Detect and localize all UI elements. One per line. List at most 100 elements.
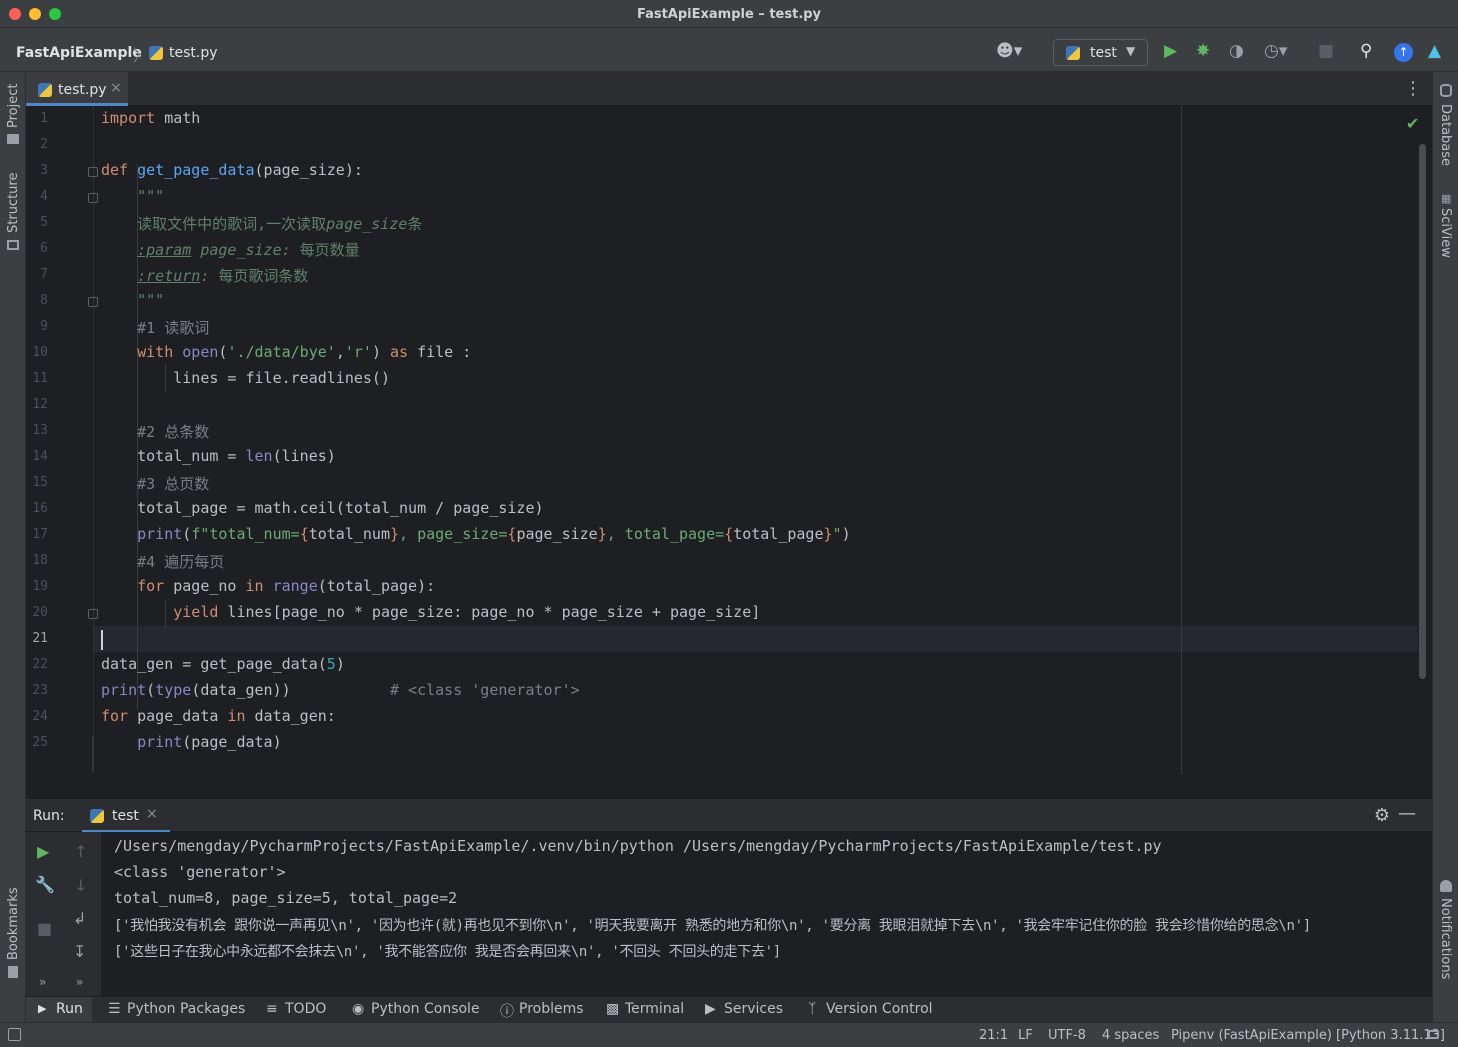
rerun-icon[interactable]: ▶	[37, 843, 49, 861]
line-number: 23	[32, 683, 48, 698]
gear-icon[interactable]: ⚙	[1374, 805, 1390, 826]
run-console[interactable]: ▶ ↑ 🔧 ↓ ↲ ■ ↧ » » /Users/mengday/Pycharm…	[26, 832, 1432, 996]
line-number: 2	[40, 137, 48, 152]
bookmarks-tool-button[interactable]: Bookmarks	[6, 887, 21, 960]
check-icon[interactable]: ✔	[1406, 114, 1419, 133]
fold-marker[interactable]	[88, 193, 98, 203]
editor-tab-test-py[interactable]: test.py ×	[26, 72, 128, 106]
stop-icon[interactable]: ■	[37, 920, 52, 938]
run-configuration-selector[interactable]: test ▼	[1053, 39, 1148, 66]
status-indent[interactable]: 4 spaces	[1102, 1028, 1159, 1043]
user-icon[interactable]: ☻▾	[996, 42, 1022, 60]
bottom-tab-python-packages[interactable]: Python Packages	[127, 1001, 245, 1017]
breadcrumb-project[interactable]: FastApiExample	[16, 45, 142, 61]
code-token: f"total_num=	[191, 525, 300, 543]
code-token: get_page_data	[137, 161, 255, 179]
branch-icon: ᛉ	[808, 1001, 817, 1017]
structure-tool-button[interactable]: Structure	[6, 173, 21, 233]
profile-icon[interactable]: ◷▾	[1264, 42, 1287, 60]
scroll-to-end-icon[interactable]: ↧	[73, 943, 86, 961]
code-token: print	[137, 733, 183, 751]
soft-wrap-icon[interactable]: ↲	[73, 910, 86, 928]
scroll-down-icon[interactable]: ↓	[74, 877, 87, 895]
line-number: 5	[40, 215, 48, 230]
more-chevron-icon[interactable]: »	[39, 973, 46, 991]
sciview-icon: ▦	[1441, 192, 1452, 205]
bottom-tab-problems[interactable]: Problems	[519, 1001, 584, 1017]
code-token: )	[371, 343, 390, 361]
code-token: ,	[335, 343, 345, 361]
run-panel-header: Run: test × ⚙ —	[26, 798, 1432, 833]
bottom-tab-version-control[interactable]: Version Control	[826, 1001, 933, 1017]
project-tool-button[interactable]: Project	[6, 84, 21, 128]
bottom-tab-run[interactable]: ▶ Run	[26, 997, 92, 1023]
debug-icon[interactable]: ✸	[1196, 42, 1210, 60]
code-token: with	[137, 343, 174, 361]
close-icon[interactable]: ×	[110, 80, 122, 96]
console-toolbar: ▶ ↑ 🔧 ↓ ↲ ■ ↧ » »	[26, 832, 102, 996]
code-token: , page_size=	[399, 525, 508, 543]
lock-icon[interactable]	[1428, 1030, 1439, 1039]
close-icon[interactable]: ×	[146, 806, 158, 822]
status-bar: 21:1 LF UTF-8 4 spaces Pipenv (FastApiEx…	[0, 1022, 1458, 1047]
coverage-icon[interactable]: ◑	[1229, 42, 1244, 60]
minimize-icon[interactable]: —	[1398, 803, 1416, 824]
code-token: in	[245, 577, 264, 595]
code-line: lines = file.readlines()	[101, 369, 390, 387]
status-interpreter[interactable]: Pipenv (FastApiExample) [Python 3.11.13]	[1171, 1028, 1445, 1043]
run-icon[interactable]: ▶	[1164, 42, 1177, 60]
bottom-tab-python-console[interactable]: Python Console	[371, 1001, 480, 1017]
line-number: 16	[32, 501, 48, 516]
database-tool-button[interactable]: Database	[1438, 104, 1453, 166]
code-token: lines = file.readlines()	[101, 369, 390, 387]
stop-icon[interactable]: ■	[1318, 42, 1334, 60]
line-number: 17	[32, 527, 48, 542]
bottom-tab-todo[interactable]: TODO	[285, 1001, 326, 1017]
chevron-down-icon: ▼	[1126, 44, 1136, 58]
fold-marker[interactable]	[88, 609, 98, 619]
layers-icon: ☰	[108, 1001, 121, 1017]
more-vertical-icon[interactable]: ⋮	[1404, 78, 1422, 99]
code-token: (total_page):	[317, 577, 436, 595]
plugin-icon[interactable]: ▲	[1428, 42, 1441, 60]
code-token: , total_page=	[606, 525, 725, 543]
code-token: }	[597, 525, 607, 543]
scroll-up-icon[interactable]: ↑	[74, 843, 87, 861]
fold-marker[interactable]	[88, 297, 98, 307]
more-chevron-icon[interactable]: »	[76, 973, 83, 991]
code-token: (page_data)	[182, 733, 282, 751]
panel-toggle-icon[interactable]	[8, 1028, 21, 1041]
wrench-icon[interactable]: 🔧	[35, 876, 55, 894]
bottom-tab-terminal[interactable]: Terminal	[625, 1001, 684, 1017]
status-encoding[interactable]: UTF-8	[1048, 1028, 1086, 1043]
line-number: 4	[40, 189, 48, 204]
notifications-tool-button[interactable]: Notifications	[1438, 898, 1453, 979]
code-line: with open('./data/bye','r') as file :	[101, 343, 471, 361]
bell-icon	[1440, 880, 1452, 892]
code-line: for page_no in range(total_page):	[101, 577, 435, 595]
code-token: #4 遍历每页	[101, 553, 225, 571]
fold-marker[interactable]	[88, 167, 98, 177]
code-token: 条	[407, 215, 423, 233]
code-token: math	[155, 109, 201, 127]
status-caret-position[interactable]: 21:1	[979, 1028, 1008, 1043]
navigation-toolbar: FastApiExample 〉 test.py ☻▾ test ▼ ▶ ✸ ◑…	[0, 28, 1458, 72]
python-icon	[90, 809, 104, 823]
breadcrumb-file[interactable]: test.py	[169, 45, 218, 61]
python-icon	[1066, 46, 1080, 60]
bottom-tab-services[interactable]: Services	[724, 1001, 783, 1017]
line-number: 11	[32, 371, 48, 386]
line-number: 24	[32, 709, 48, 724]
run-tab-test[interactable]: test ×	[82, 799, 170, 833]
window-title: FastApiExample – test.py	[636, 7, 822, 22]
search-icon[interactable]: ⚲	[1360, 42, 1372, 60]
code-token: 读取文件中的歌词,一次读取	[101, 215, 327, 233]
sciview-tool-button[interactable]: SciView	[1438, 208, 1453, 258]
line-number: 19	[32, 579, 48, 594]
update-icon[interactable]: ↑	[1394, 43, 1413, 62]
vertical-scrollbar[interactable]	[1419, 144, 1426, 679]
status-line-separator[interactable]: LF	[1018, 1028, 1033, 1043]
code-editor[interactable]: 1 2 3 4 5 6 7 8 9 10 11 12 13 14 15 16 17 18 19 20 21 22 23 24 2…	[26, 106, 1432, 774]
